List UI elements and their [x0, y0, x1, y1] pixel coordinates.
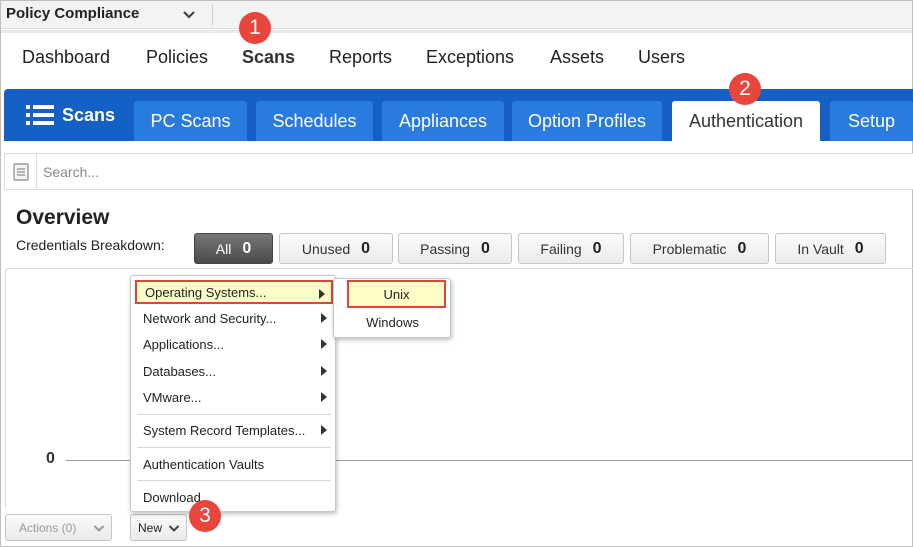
nav-dashboard[interactable]: Dashboard — [22, 47, 110, 68]
filter-in-vault-button[interactable]: In Vault 0 — [775, 233, 886, 264]
tab-label: Schedules — [272, 110, 357, 131]
menu-item-label: VMware... — [143, 389, 202, 405]
actions-label: Actions (0) — [19, 520, 77, 535]
filter-passing-button[interactable]: Passing 0 — [398, 233, 512, 264]
step-badge-2: 2 — [729, 73, 761, 105]
filter-count: 0 — [480, 239, 490, 257]
filter-count: 0 — [242, 239, 252, 257]
new-button[interactable]: New — [130, 514, 187, 541]
submenu-item-label: Unix — [383, 286, 410, 302]
app-title[interactable]: Policy Compliance — [6, 5, 139, 22]
tab-label: PC Scans — [150, 110, 231, 131]
menu-item-vmware[interactable]: VMware... — [135, 385, 333, 409]
nav-scans[interactable]: Scans — [242, 47, 295, 68]
tab-label: Appliances — [398, 110, 488, 131]
menu-item-label: Databases... — [143, 363, 216, 379]
new-label: New — [138, 520, 163, 535]
menu-item-label: Network and Security... — [143, 310, 277, 326]
filter-label: In Vault — [797, 240, 844, 257]
tab-appliances[interactable]: Appliances — [382, 101, 504, 141]
nav-users[interactable]: Users — [638, 47, 685, 68]
divider — [212, 5, 213, 25]
credentials-breakdown-label: Credentials Breakdown: — [16, 237, 165, 253]
tab-bar: Scans PC Scans Schedules Appliances Opti… — [4, 89, 913, 141]
menu-item-databases[interactable]: Databases... — [135, 359, 333, 383]
tab-pc-scans[interactable]: PC Scans — [134, 101, 247, 141]
tab-setup[interactable]: Setup — [830, 101, 913, 141]
filter-all-button[interactable]: All 0 — [194, 233, 273, 264]
menu-item-label: Operating Systems... — [145, 284, 267, 300]
menu-item-label: Authentication Vaults — [143, 456, 265, 472]
filter-label: Unused — [301, 240, 351, 257]
app-bar: Policy Compliance — [1, 1, 912, 29]
chevron-down-icon — [93, 525, 105, 532]
page-title: Overview — [16, 206, 110, 229]
caret-right-icon — [321, 339, 327, 349]
search-bar — [4, 153, 913, 190]
nav-assets[interactable]: Assets — [550, 47, 604, 68]
tab-label: Setup — [847, 110, 896, 131]
chevron-down-icon[interactable] — [181, 7, 197, 23]
submenu-item-windows[interactable]: Windows — [343, 308, 442, 336]
menu-item-network-security[interactable]: Network and Security... — [135, 306, 333, 330]
tab-schedules[interactable]: Schedules — [256, 101, 373, 141]
os-submenu: Unix Windows — [333, 278, 451, 338]
filter-count: 0 — [854, 239, 864, 257]
chevron-down-icon — [168, 525, 180, 532]
nav-exceptions[interactable]: Exceptions — [426, 47, 514, 68]
menu-item-system-record-templates[interactable]: System Record Templates... — [135, 418, 333, 442]
filter-label: All — [215, 240, 232, 257]
actions-button[interactable]: Actions (0) — [5, 514, 112, 541]
tab-label: Authentication — [688, 110, 804, 131]
menu-item-label: System Record Templates... — [143, 422, 306, 438]
search-input[interactable] — [43, 161, 543, 183]
submenu-item-label: Windows — [366, 314, 419, 330]
menu-item-applications[interactable]: Applications... — [135, 332, 333, 356]
menu-item-download[interactable]: Download — [135, 485, 333, 509]
caret-right-icon — [319, 289, 325, 299]
caret-right-icon — [321, 313, 327, 323]
filter-label: Problematic — [652, 240, 727, 257]
nav-reports[interactable]: Reports — [329, 47, 392, 68]
menu-divider — [137, 447, 331, 448]
nav-policies[interactable]: Policies — [146, 47, 208, 68]
tab-label: Option Profiles — [527, 110, 647, 131]
caret-right-icon — [321, 366, 327, 376]
main-nav: Dashboard Policies Scans Reports Excepti… — [1, 30, 912, 78]
filter-count: 0 — [592, 239, 602, 257]
tab-option-profiles[interactable]: Option Profiles — [512, 101, 662, 141]
submenu-item-unix[interactable]: Unix — [347, 280, 446, 308]
caret-right-icon — [321, 392, 327, 402]
document-list-icon — [12, 162, 29, 181]
step-badge-1: 1 — [239, 12, 271, 44]
menu-item-label: Download — [143, 489, 201, 505]
caret-right-icon — [321, 425, 327, 435]
menu-item-authentication-vaults[interactable]: Authentication Vaults — [135, 452, 333, 476]
menu-item-operating-systems[interactable]: Operating Systems... — [135, 280, 333, 304]
tab-authentication[interactable]: Authentication — [672, 101, 820, 141]
search-toggle-button[interactable] — [5, 154, 37, 189]
menu-item-label: Applications... — [143, 336, 224, 352]
axis-zero-label: 0 — [46, 450, 55, 467]
filter-label: Failing — [540, 240, 582, 257]
menu-divider — [137, 480, 331, 481]
filter-failing-button[interactable]: Failing 0 — [518, 233, 624, 264]
filter-unused-button[interactable]: Unused 0 — [279, 233, 393, 264]
section-title: Scans — [26, 104, 115, 126]
menu-divider — [137, 414, 331, 415]
filter-count: 0 — [361, 239, 371, 257]
filter-problematic-button[interactable]: Problematic 0 — [630, 233, 769, 264]
new-dropdown-menu: Operating Systems... Network and Securit… — [130, 275, 336, 512]
list-icon — [26, 105, 54, 125]
filter-label: Passing — [420, 240, 470, 257]
step-badge-3: 3 — [189, 500, 221, 532]
section-title-label: Scans — [62, 104, 116, 125]
filter-count: 0 — [737, 239, 747, 257]
